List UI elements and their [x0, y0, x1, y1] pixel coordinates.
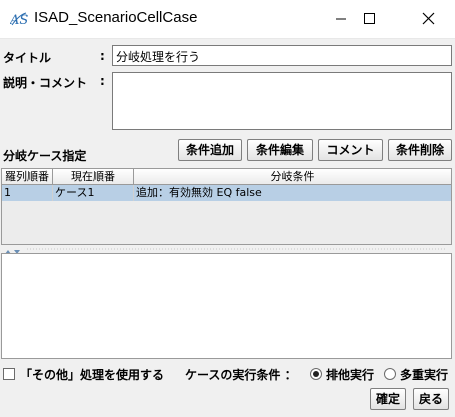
maximize-button[interactable]	[346, 0, 392, 38]
title-label: タイトル	[3, 51, 52, 65]
multiple-radio[interactable]	[384, 368, 396, 380]
window-titlebar[interactable]: AS ISAD_ScenarioCellCase	[0, 0, 455, 38]
table-row[interactable]: 1 ケース1 追加：有効無効 EQ false	[2, 185, 451, 201]
delete-condition-button[interactable]: 条件削除	[388, 139, 452, 161]
table-cell-current[interactable]: ケース1	[53, 185, 134, 201]
close-icon	[422, 12, 435, 25]
window-title: ISAD_ScenarioCellCase	[34, 9, 198, 26]
exec-condition-label: ケースの実行条件 ：	[185, 368, 297, 382]
case-table[interactable]: 羅列順番 現在順番 分岐条件 1 ケース1 追加：有効無効 EQ false	[1, 168, 452, 245]
title-input[interactable]: 分岐処理を行う	[112, 45, 452, 66]
comment-area[interactable]	[1, 253, 452, 359]
table-cell-order[interactable]: 1	[2, 185, 53, 201]
add-condition-button[interactable]: 条件追加	[178, 139, 242, 161]
close-button[interactable]	[405, 0, 451, 38]
description-label: 説明・コメント	[3, 76, 88, 90]
radio-selected-dot	[313, 371, 319, 377]
maximize-icon	[364, 13, 375, 24]
column-header-current[interactable]: 現在順番	[53, 169, 134, 185]
exclusive-radio[interactable]	[310, 368, 322, 380]
svg-text:AS: AS	[10, 13, 28, 28]
back-button[interactable]: 戻る	[413, 388, 449, 410]
split-divider[interactable]	[1, 245, 452, 254]
exclusive-radio-label[interactable]: 排他実行	[326, 366, 374, 383]
use-else-checkbox[interactable]	[3, 368, 15, 380]
comment-button[interactable]: コメント	[318, 139, 383, 161]
use-else-label: 「その他」処理を使用する	[20, 368, 165, 382]
app-logo-icon: AS	[10, 12, 28, 28]
confirm-button[interactable]: 確定	[370, 388, 406, 410]
column-header-condition[interactable]: 分岐条件	[134, 169, 451, 185]
description-textarea[interactable]	[112, 72, 452, 130]
case-section-label: 分岐ケース指定	[3, 149, 87, 163]
description-colon: :	[100, 74, 105, 88]
splitter-grip	[27, 248, 447, 250]
table-cell-condition[interactable]: 追加：有効無効 EQ false	[134, 185, 451, 201]
multiple-radio-label[interactable]: 多重実行	[400, 366, 448, 383]
edit-condition-button[interactable]: 条件編集	[247, 139, 313, 161]
title-colon: :	[100, 49, 105, 63]
dialog-body: タイトル : 分岐処理を行う 説明・コメント : 分岐ケース指定 条件追加 条件…	[0, 38, 455, 417]
column-header-order[interactable]: 羅列順番	[2, 169, 53, 185]
